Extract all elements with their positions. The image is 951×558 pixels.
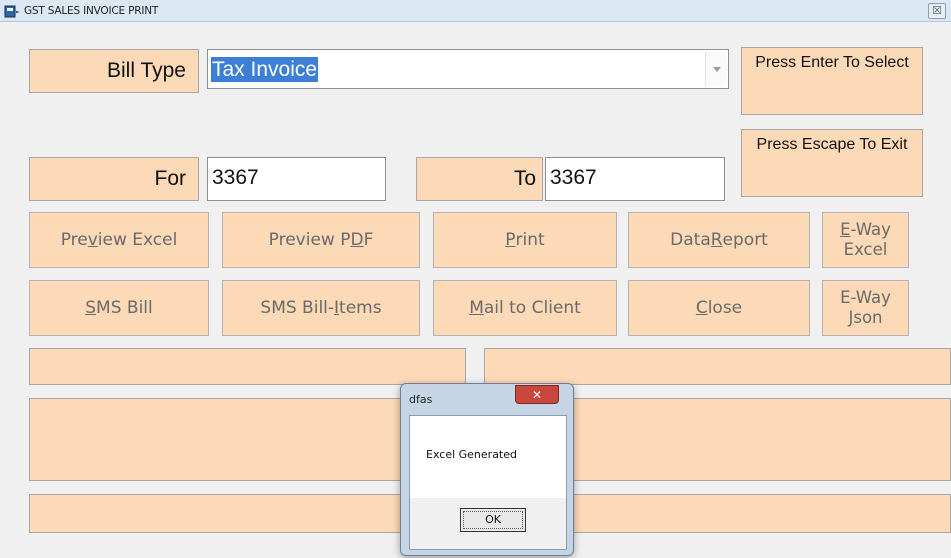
dialog-footer: OK: [410, 498, 566, 549]
dialog-body: Excel Generated OK: [409, 415, 567, 550]
hint-press-escape: Press Escape To Exit: [741, 129, 923, 197]
status-panel-left: [29, 348, 466, 385]
status-panel-right: [484, 348, 951, 385]
dropdown-arrow-button[interactable]: [705, 52, 727, 86]
bill-type-selected-value: Tax Invoice: [211, 57, 319, 82]
sms-bill-button[interactable]: S MS Bill: [29, 280, 209, 336]
for-label: For: [29, 157, 199, 201]
preview-pdf-button[interactable]: Preview PDF: [222, 212, 420, 268]
close-button[interactable]: Close: [628, 280, 810, 336]
window-title: GST SALES INVOICE PRINT: [24, 5, 159, 17]
preview-excel-button[interactable]: Pre v iew Excel: [29, 212, 209, 268]
data-report-button[interactable]: Data Report: [628, 212, 810, 268]
hint-press-enter: Press Enter To Select: [741, 47, 923, 115]
to-label: To: [416, 157, 543, 201]
mail-to-client-button[interactable]: Mail to Client: [433, 280, 617, 336]
app-icon: [4, 4, 22, 18]
sms-bill-items-button[interactable]: SMS Bill- Items: [222, 280, 420, 336]
dialog-title: dfas: [409, 393, 433, 406]
bill-type-label: Bill Type: [29, 49, 199, 93]
message-dialog: dfas ✕ Excel Generated OK: [400, 383, 574, 556]
to-input[interactable]: 3367: [545, 157, 725, 201]
dialog-close-button[interactable]: ✕: [515, 385, 559, 404]
print-button[interactable]: Print: [433, 212, 617, 268]
chevron-down-icon: [713, 67, 721, 72]
for-input[interactable]: 3367: [207, 157, 386, 201]
eway-json-button[interactable]: E-Way Json: [822, 280, 909, 336]
ok-button[interactable]: OK: [460, 508, 526, 532]
dialog-message: Excel Generated: [426, 448, 517, 461]
bill-type-select[interactable]: Tax Invoice: [207, 49, 729, 89]
window-close-button[interactable]: ☒: [928, 3, 946, 19]
eway-excel-button[interactable]: E-Way Excel: [822, 212, 909, 268]
